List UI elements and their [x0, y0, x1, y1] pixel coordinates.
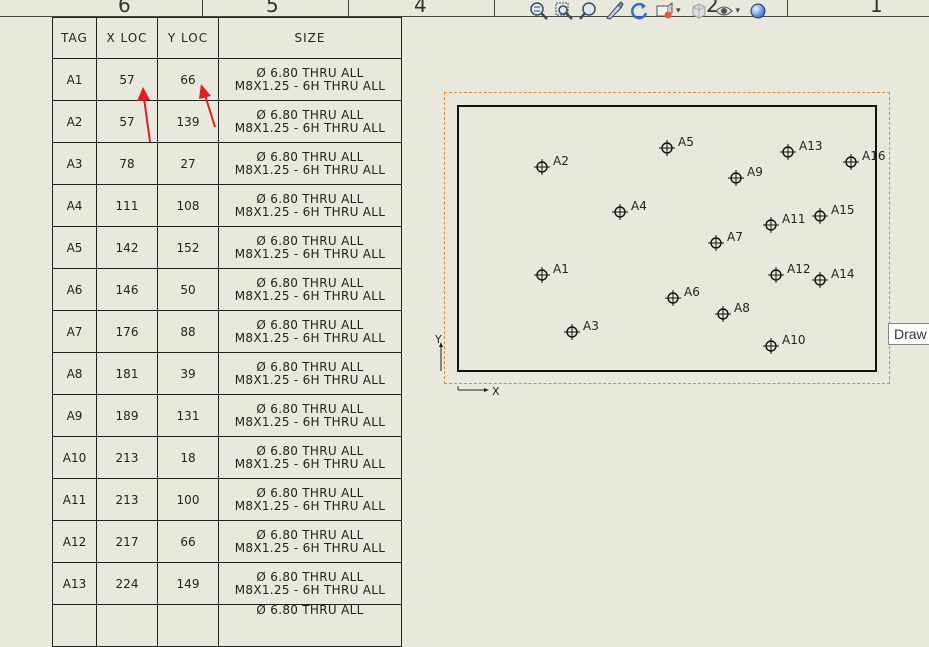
x-axis-label: X [492, 385, 500, 398]
hole-marker[interactable]: A9 [728, 165, 763, 186]
y-axis-label: Y [434, 333, 442, 346]
hole-marker[interactable]: A15 [812, 203, 854, 224]
tooltip: Draw [888, 323, 929, 345]
part-drawing: X Y A1 A2 A3 A4 A5 A6 A7 A8 A9 A10 A11 A12 A13 A14 A15… [137, 84, 885, 398]
hole-marker[interactable]: A12 [768, 262, 810, 283]
hole-tag-label: A9 [747, 165, 763, 179]
hole-tag-label: A6 [684, 285, 700, 299]
hole-tag-label: A7 [727, 230, 743, 244]
hole-tag-label: A16 [862, 149, 885, 163]
hole-marker[interactable]: A6 [665, 285, 700, 306]
hole-marker[interactable]: A10 [763, 333, 805, 354]
hole-tag-label: A4 [631, 199, 647, 213]
hole-marker[interactable]: A14 [812, 267, 854, 288]
hole-marker[interactable]: A8 [715, 301, 750, 322]
hole-marker[interactable]: A13 [780, 139, 822, 160]
origin-axes: X Y [434, 333, 500, 398]
hole-tag-label: A1 [553, 262, 569, 276]
hole-marker[interactable]: A1 [534, 262, 569, 283]
hole-tag-label: A15 [831, 203, 854, 217]
hole-marker[interactable]: A4 [612, 199, 647, 220]
hole-tag-label: A5 [678, 135, 694, 149]
hole-tag-label: A3 [583, 319, 599, 333]
hole-marker[interactable]: A16 [843, 149, 885, 170]
annotation-arrow [137, 87, 151, 143]
hole-tag-label: A8 [734, 301, 750, 315]
hole-marker[interactable]: A2 [534, 154, 569, 175]
hole-tag-label: A13 [799, 139, 822, 153]
hole-tag-label: A11 [782, 212, 805, 226]
hole-tag-label: A2 [553, 154, 569, 168]
hole-tag-label: A14 [831, 267, 854, 281]
hole-tag-label: A12 [787, 262, 810, 276]
annotation-arrow [199, 84, 216, 128]
hole-tag-label: A10 [782, 333, 805, 347]
hole-marker[interactable]: A7 [708, 230, 743, 251]
hole-marker[interactable]: A11 [763, 212, 805, 233]
hole-marker[interactable]: A3 [564, 319, 599, 340]
hole-marker[interactable]: A5 [659, 135, 694, 156]
tooltip-text: Draw [894, 326, 927, 342]
